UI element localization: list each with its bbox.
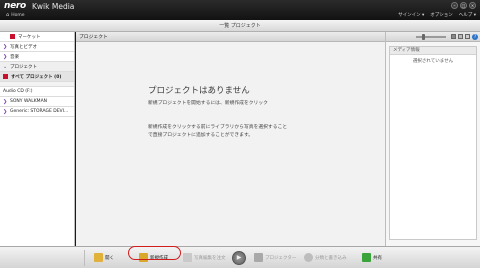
main-header: プロジェクト (76, 32, 385, 42)
minimize-icon[interactable]: – (451, 2, 458, 9)
zoom-slider-handle[interactable] (422, 33, 425, 40)
empty-state-hint: で直接プロジェクトに追加することができます。 (148, 133, 254, 138)
sidebar-item-label: SONY WALKMAN (10, 99, 48, 104)
sidebar-item-projects[interactable]: ⌄ プロジェクト (0, 62, 74, 72)
photo-order-icon (183, 253, 192, 262)
empty-state-title: プロジェクトはありません (148, 86, 250, 96)
window-controls: – □ × (451, 2, 476, 9)
chevron-right-icon: ❯ (3, 98, 8, 105)
open-label: 開く (105, 255, 114, 261)
nero-logo: nero (4, 1, 26, 11)
share-up-arrow-icon (362, 253, 371, 262)
view-title: 一覧 プロジェクト (219, 23, 261, 29)
order-photo-label: 写真編集を注文 (194, 255, 226, 261)
sidebar-item-label: 写真とビデオ (10, 44, 37, 50)
sidebar-item-all-projects[interactable]: すべて プロジェクト (0) (0, 72, 74, 82)
project-icon (3, 74, 8, 79)
zoom-slider[interactable] (416, 33, 446, 40)
top-menu: サインイン ▾ オプション ヘルプ ▾ (398, 12, 476, 18)
home-button[interactable]: ⌂ Home (6, 12, 24, 18)
sidebar: マーケット ❯ 写真とビデオ ❯ 音楽 ⌄ プロジェクト すべて プロジェクト … (0, 32, 75, 246)
burn-button[interactable]: 分類と書き込み (304, 252, 347, 263)
sidebar-item-music[interactable]: ❯ 音楽 (0, 52, 74, 62)
folder-icon (94, 253, 103, 262)
options-menu[interactable]: オプション (430, 12, 453, 18)
chevron-right-icon: ❯ (3, 108, 8, 115)
sidebar-item-market[interactable]: マーケット (0, 32, 74, 42)
share-label: 共有 (373, 255, 382, 261)
help-menu[interactable]: ヘルプ ▾ (459, 12, 476, 18)
panel-toggle-icon[interactable] (465, 34, 470, 39)
sidebar-item-photos-videos[interactable]: ❯ 写真とビデオ (0, 42, 74, 52)
view-header: 一覧 プロジェクト (0, 20, 480, 32)
sidebar-item-label: プロジェクト (10, 64, 37, 70)
view-toolbar: ? (386, 32, 480, 42)
chevron-right-icon: ❯ (3, 43, 8, 50)
empty-state-hint: 新規作成をクリックする前にライブラリから写真を選択すること (148, 125, 288, 130)
home-label: Home (11, 12, 25, 18)
market-icon (10, 34, 15, 39)
empty-state-subtitle: 新規プロジェクトを開始するには、新規作成をクリック (148, 101, 268, 106)
toolbar-divider (84, 250, 85, 266)
sidebar-item-storage-device[interactable]: ❯ Generic: STORAGE DEVI... (0, 107, 74, 117)
sidebar-item-label: 音楽 (10, 54, 19, 60)
sidebar-item-sony-walkman[interactable]: ❯ SONY WALKMAN (0, 97, 74, 107)
app-title: Kwik Media (32, 2, 75, 11)
annotation-highlight (128, 246, 181, 260)
media-info-empty: 選択されていません (412, 59, 454, 64)
projector-label: プロジェクター (265, 255, 297, 261)
play-button[interactable]: ▶ (232, 251, 246, 265)
sidebar-item-label: すべて プロジェクト (0) (11, 74, 62, 80)
sidebar-item-label: マーケット (18, 34, 41, 40)
order-photo-edit-button[interactable]: 写真編集を注文 (183, 252, 226, 263)
media-info-box: メディア情報 選択されていません (389, 46, 477, 240)
title-bar: nero Kwik Media ⌂ Home – □ × サインイン ▾ オプシ… (0, 0, 480, 20)
maximize-icon[interactable]: □ (460, 2, 467, 9)
media-info-header: メディア情報 (390, 47, 476, 55)
projector-icon (254, 253, 263, 262)
projector-button[interactable]: プロジェクター (254, 252, 296, 263)
sidebar-item-label: Generic: STORAGE DEVI... (10, 109, 69, 114)
share-button[interactable]: 共有 (362, 252, 382, 263)
help-icon[interactable]: ? (472, 33, 478, 40)
disc-icon (304, 253, 313, 262)
signin-menu[interactable]: サインイン ▾ (398, 12, 424, 18)
chevron-down-icon: ⌄ (3, 63, 8, 70)
home-icon: ⌂ (6, 12, 10, 18)
close-icon[interactable]: × (469, 2, 476, 9)
info-panel: ? メディア情報 選択されていません (385, 32, 480, 246)
grid-view-icon[interactable] (451, 34, 456, 39)
bottom-toolbar: 開く 新規作成 写真編集を注文 ▶ プロジェクター 分類と書き込み 共有 (0, 246, 480, 268)
open-button[interactable]: 開く (94, 252, 114, 263)
burn-label: 分類と書き込み (315, 255, 347, 261)
sidebar-item-label: Audio CD (F:) (3, 89, 33, 94)
list-view-icon[interactable] (458, 34, 463, 39)
chevron-right-icon: ❯ (3, 53, 8, 60)
sidebar-item-audio-cd[interactable]: Audio CD (F:) (0, 87, 74, 97)
main-panel: プロジェクト プロジェクトはありません 新規プロジェクトを開始するには、新規作成… (76, 32, 385, 246)
